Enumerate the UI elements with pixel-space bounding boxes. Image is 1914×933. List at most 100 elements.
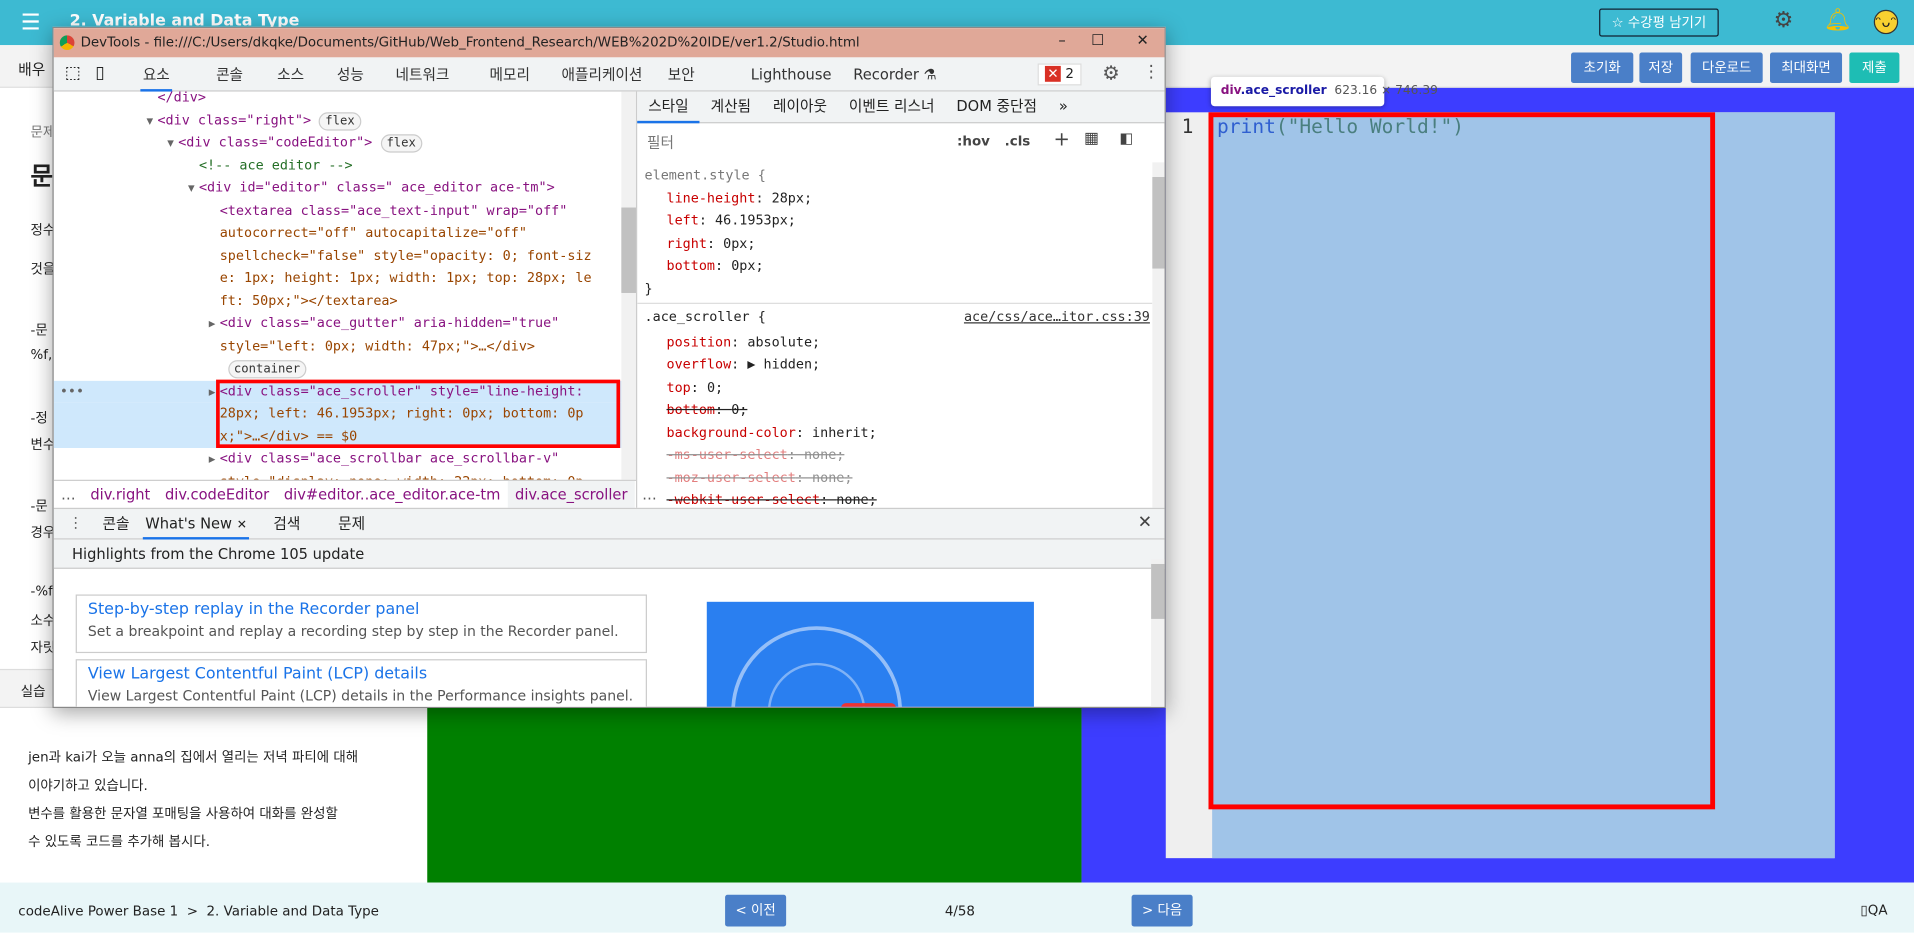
expand-arrow-icon[interactable]: ▼ [146,110,157,133]
inspect-element-icon[interactable]: ⬚ [65,63,81,83]
expand-arrow-icon[interactable]: ▼ [167,133,178,156]
avatar[interactable]: ᵔᴗᵔ [1873,9,1899,35]
dom-node[interactable]: container [54,358,636,381]
devtools-tab[interactable]: 콘솔 [214,57,246,91]
styles-tab[interactable]: 계산됨 [700,92,762,121]
tab-learn[interactable]: 배우 [18,59,45,80]
styles-tab[interactable]: 스타일 [637,92,700,124]
devtools-tab[interactable]: Lighthouse [748,57,834,91]
devtools-tab[interactable]: 소스 [275,57,307,91]
new-rule-button[interactable]: + [1053,127,1069,150]
dom-node[interactable]: style="display: none; width: 22px; botto… [54,471,636,480]
styles-tab[interactable]: » [1048,92,1079,121]
cls-toggle[interactable]: .cls [1005,133,1031,149]
css-property[interactable]: overflow: ▶ hidden; [637,354,1152,377]
expand-arrow-icon[interactable]: ▶ [209,314,220,337]
devtools-tab[interactable]: 보안 [665,57,697,91]
css-property[interactable]: line-height: 28px; [645,187,1145,210]
elements-tree[interactable]: </div> ▼ <div class="right"> flex ▼ <div cla… [53,92,636,480]
devtools-tab[interactable]: 애플리케이션 [559,57,645,91]
css-property[interactable]: background-color: inherit; [637,422,1152,445]
prev-button[interactable]: < 이전 [725,894,787,927]
css-property[interactable]: -moz-user-select: none; [637,467,1152,490]
dom-node[interactable]: spellcheck="false" style="opacity: 0; fo… [54,245,636,268]
card-title[interactable]: View Largest Contentful Paint (LCP) deta… [88,665,635,683]
dom-node[interactable]: ▼ <div class="codeEditor"> flex [54,132,636,155]
dom-node[interactable]: autocorrect="off" autocapitalize="off" [54,222,636,245]
dom-node[interactable]: </div> [54,92,636,110]
qa-button[interactable]: ▯QA [1860,902,1887,918]
toggle-sidebar-icon[interactable]: ◧ [1119,129,1133,146]
badge[interactable]: flex [380,134,422,153]
devtools-tab[interactable]: Recorder ⚗ [851,57,939,91]
close-drawer-icon[interactable]: ✕ [1138,513,1152,533]
save-button[interactable]: 저장 [1639,52,1683,84]
css-property[interactable]: -ms-user-select: none; [637,444,1152,467]
maximize-window-button[interactable]: ☐ [1091,32,1104,49]
drawer-scrollbar[interactable] [1151,559,1165,707]
maximize-button[interactable]: 최대화면 [1770,52,1843,84]
breadcrumb-item[interactable]: div#editor..ace_editor.ace-tm [277,481,508,508]
card-title[interactable]: Step-by-step replay in the Recorder pane… [88,601,635,619]
gear-icon[interactable]: ⚙ [1774,7,1794,33]
close-tab-icon[interactable]: ✕ [237,519,247,532]
reset-button[interactable]: 초기화 [1571,52,1634,84]
breadcrumb-item[interactable]: div.ace_scroller [507,480,635,508]
dom-node[interactable]: <!-- ace editor --> [54,154,636,177]
css-property[interactable]: position: absolute; [637,331,1152,354]
devtools-tab[interactable]: 성능 [334,57,366,91]
badge[interactable]: flex [319,111,361,131]
dom-node[interactable]: ▼ <div class="right"> flex [54,109,636,132]
devtools-titlebar[interactable]: DevTools - file:///C:/Users/dkqke/Docume… [53,28,1165,58]
settings-icon[interactable]: ⚙ [1102,61,1120,84]
rule-source-link[interactable]: ace/css/ace…itor.css:39 [964,306,1150,329]
dom-node[interactable]: ▶ <div class="ace_scrollbar ace_scrollbar… [54,448,636,471]
whats-new-card[interactable]: Step-by-step replay in the Recorder pane… [75,594,647,654]
breadcrumb-item[interactable]: div.right [83,481,158,508]
css-property[interactable]: -webkit-user-select: none; [637,490,1152,508]
drawer-tab[interactable]: 문제 [336,509,368,540]
submit-button[interactable]: 제출 [1849,52,1900,84]
dom-node[interactable]: e: 1px; height: 1px; width: 1px; top: 28… [54,267,636,290]
styles-filter-input[interactable]: 필터 [639,128,945,158]
dom-node[interactable]: ft: 50px;"></textarea> [54,290,636,313]
error-badge[interactable]: ✕ 2 [1037,63,1082,86]
drawer-tab[interactable]: 콘솔 [100,509,132,540]
next-button[interactable]: > 다음 [1131,894,1193,927]
expand-arrow-icon[interactable]: ▶ [209,449,220,472]
dom-node[interactable]: style="left: 0px; width: 47px;">…</div> [54,335,636,358]
expand-arrow-icon[interactable]: ▼ [188,178,199,201]
hov-toggle[interactable]: :hov [957,133,990,149]
css-property[interactable]: left: 46.1953px; [645,210,1145,233]
close-window-button[interactable]: ✕ [1136,32,1148,49]
elements-scrollbar[interactable] [621,91,636,480]
styles-tab[interactable]: 레이아웃 [762,92,838,121]
breadcrumb-item[interactable]: div.codeEditor [158,481,277,508]
badge[interactable]: container [227,360,307,379]
bell-icon[interactable]: 🔔︎ [1824,7,1852,33]
device-toolbar-icon[interactable]: ▯ [95,63,104,83]
breadcrumb-item[interactable]: … [54,481,83,508]
drawer-tab[interactable]: What's New ✕ [142,509,250,540]
write-review-button[interactable]: ☆ 수강평 남기기 [1599,8,1719,37]
whats-new-card[interactable]: View Largest Contentful Paint (LCP) deta… [75,659,647,707]
dom-node[interactable]: ▼ <div id="editor" class=" ace_editor ace… [54,177,636,200]
tab-practice[interactable]: 실습 [21,681,46,701]
drawer-tab[interactable]: 검색 [271,509,303,540]
css-property[interactable]: bottom: 0px; [645,255,1145,278]
download-button[interactable]: 다운로드 [1690,52,1763,84]
menu-icon[interactable]: ☰ [21,10,41,36]
devtools-tab[interactable]: 메모리 [487,57,532,91]
drawer-menu-icon[interactable]: ⋮ [68,514,83,531]
dom-node[interactable]: <textarea class="ace_text-input" wrap="o… [54,200,636,223]
styles-scrollbar[interactable] [1152,162,1165,508]
paint-icon[interactable]: ▦ [1084,129,1099,147]
styles-tab[interactable]: 이벤트 리스너 [838,92,945,121]
style-rules[interactable]: element.style {line-height: 28px; left: 4… [637,162,1153,508]
more-options-icon[interactable]: ⋮ [1143,62,1160,82]
css-property[interactable]: right: 0px; [645,233,1145,256]
css-property[interactable]: top: 0; [637,377,1152,400]
devtools-tab[interactable]: 요소 [140,57,173,92]
css-property[interactable]: bottom: 0; [637,399,1152,422]
devtools-tab[interactable]: 네트워크 [393,57,452,91]
